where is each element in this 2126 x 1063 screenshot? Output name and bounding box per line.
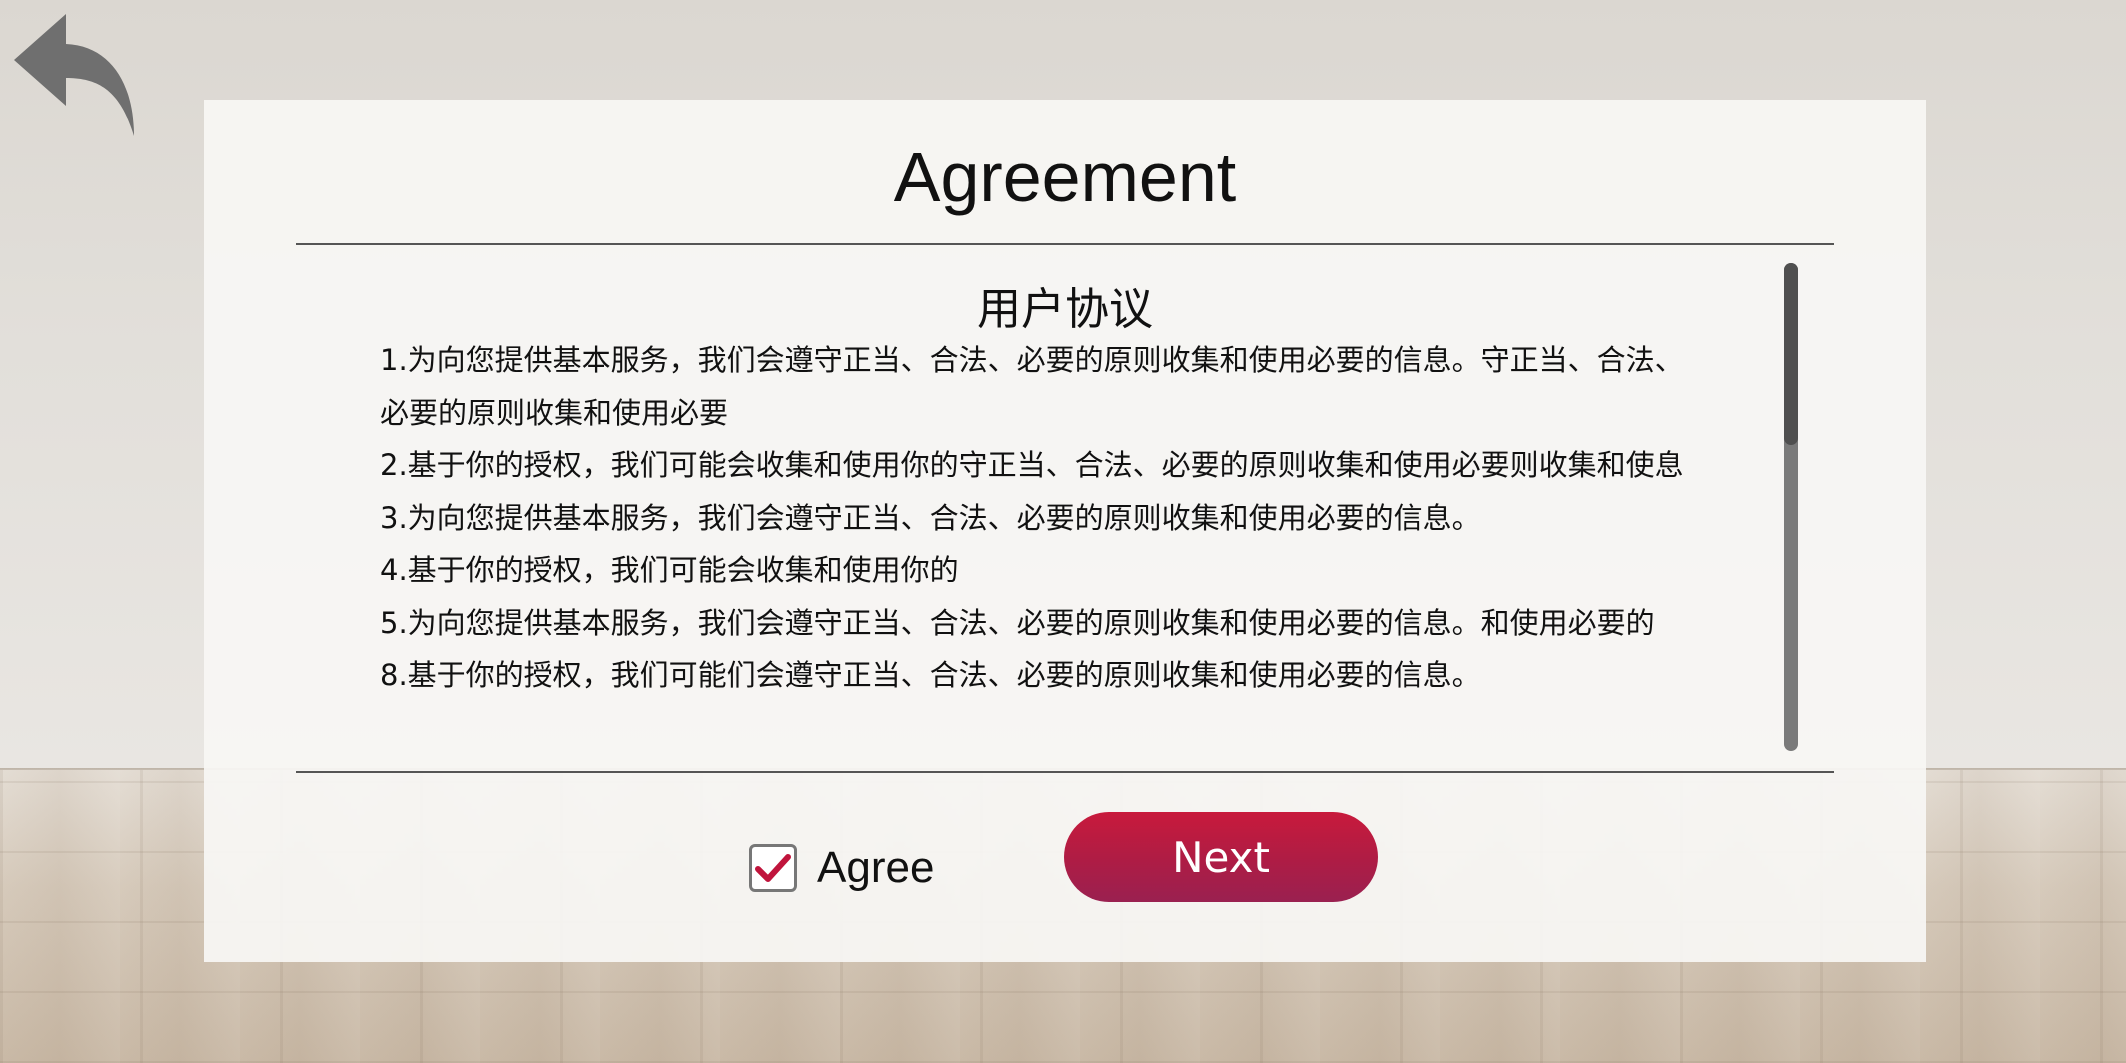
checkmark-icon [755,854,791,882]
agreement-text: 1.为向您提供基本服务，我们会遵守正当、合法、必要的原则收集和使用必要的信息。守… [380,334,1750,702]
scrollbar-track[interactable] [1784,263,1798,751]
agreement-line: 1.为向您提供基本服务，我们会遵守正当、合法、必要的原则收集和使用必要的信息。守… [380,343,1684,377]
agree-row: Agree [749,830,934,906]
agreement-line: 4.基于你的授权，我们可能会收集和使用你的 [380,553,959,587]
agreement-line: 必要的原则收集和使用必要 [380,395,729,430]
back-arrow-icon [14,14,134,136]
agree-checkbox[interactable] [749,844,797,892]
page-title: Agreement [893,138,1237,216]
next-button[interactable]: Next [1064,812,1378,902]
agreement-line: 5.为向您提供基本服务，我们会遵守正当、合法、必要的原则收集和使用必要的信息。和… [380,605,1655,640]
divider-bottom [296,771,1834,773]
scrollbar-thumb[interactable] [1784,263,1798,445]
agreement-heading: 用户协议 [977,284,1153,335]
agreement-line: 8.基于你的授权，我们可能们会遵守正当、合法、必要的原则收集和使用必要的信息。 [380,658,1481,692]
agreement-line: 3.为向您提供基本服务，我们会遵守正当、合法、必要的原则收集和使用必要的信息。 [380,500,1481,535]
divider-top [296,243,1834,245]
agreement-line: 2.基于你的授权，我们可能会收集和使用你的守正当、合法、必要的原则收集和使用必要… [380,448,1684,482]
agreement-dialog: Agreement 用户协议 1.为向您提供基本服务，我们会遵守正当、合法、必要… [204,100,1926,962]
back-button[interactable] [8,8,140,140]
agree-label[interactable]: Agree [817,843,934,893]
